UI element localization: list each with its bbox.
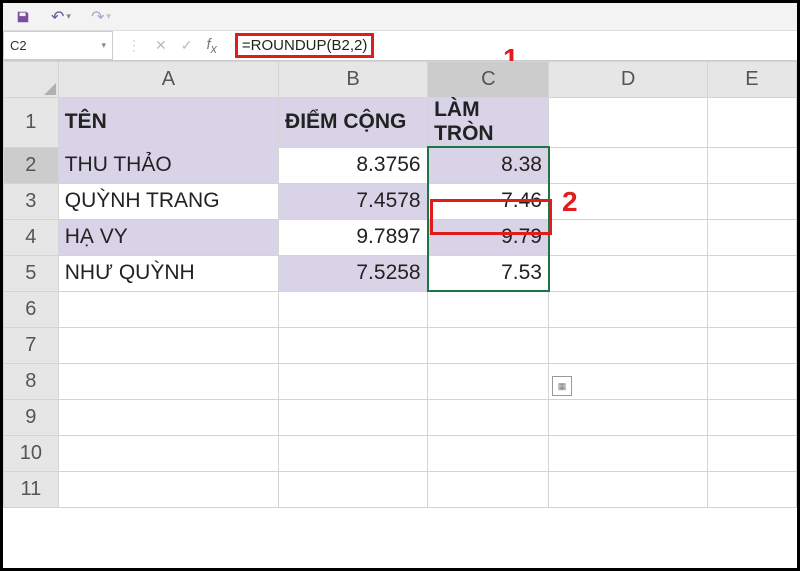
name-box-value: C2	[10, 38, 27, 53]
cell-E11[interactable]	[707, 471, 796, 507]
cell-C8[interactable]	[428, 363, 549, 399]
cell-E2[interactable]	[707, 147, 796, 183]
cell-B8[interactable]	[279, 363, 428, 399]
cell-B11[interactable]	[279, 471, 428, 507]
cell-B4[interactable]: 9.7897	[279, 219, 428, 255]
cell-B10[interactable]	[279, 435, 428, 471]
name-box[interactable]: C2 ▾	[3, 31, 113, 60]
cell-B7[interactable]	[279, 327, 428, 363]
chevron-down-icon: ▾	[66, 11, 71, 22]
col-header-D[interactable]: D	[549, 62, 707, 98]
cell-D8[interactable]	[549, 363, 707, 399]
cell-E4[interactable]	[707, 219, 796, 255]
row-header-6[interactable]: 6	[4, 291, 59, 327]
cell-A3[interactable]: QUỲNH TRANG	[58, 183, 278, 219]
fx-icon[interactable]: fx	[206, 36, 216, 56]
cell-B1[interactable]: ĐIỂM CỘNG	[279, 98, 428, 148]
row-header-4[interactable]: 4	[4, 219, 59, 255]
col-header-B[interactable]: B	[279, 62, 428, 98]
cell-B6[interactable]	[279, 291, 428, 327]
cell-A1[interactable]: TÊN	[58, 98, 278, 148]
divider-icon: ⋮	[127, 37, 141, 54]
cell-E3[interactable]	[707, 183, 796, 219]
quick-access-toolbar: ↶▾ ↷▾	[3, 3, 797, 31]
cell-C1[interactable]: LÀM TRÒN	[428, 98, 549, 148]
formula-text: =ROUNDUP(B2,2)	[235, 33, 374, 58]
cell-B3[interactable]: 7.4578	[279, 183, 428, 219]
cell-C11[interactable]	[428, 471, 549, 507]
row-header-9[interactable]: 9	[4, 399, 59, 435]
chevron-down-icon: ▾	[106, 11, 111, 22]
redo-button[interactable]: ↷▾	[91, 7, 111, 27]
cell-D4[interactable]	[549, 219, 707, 255]
cell-D11[interactable]	[549, 471, 707, 507]
row-header-7[interactable]: 7	[4, 327, 59, 363]
cell-C7[interactable]	[428, 327, 549, 363]
row-header-2[interactable]: 2	[4, 147, 59, 183]
cell-D5[interactable]	[549, 255, 707, 291]
row-header-1[interactable]: 1	[4, 98, 59, 148]
cell-D1[interactable]	[549, 98, 707, 148]
row-header-11[interactable]: 11	[4, 471, 59, 507]
cell-A9[interactable]	[58, 399, 278, 435]
cell-C10[interactable]	[428, 435, 549, 471]
cell-A11[interactable]	[58, 471, 278, 507]
save-icon[interactable]	[15, 9, 31, 25]
cell-B9[interactable]	[279, 399, 428, 435]
formula-bar: C2 ▾ ⋮ ✕ ✓ fx =ROUNDUP(B2,2)	[3, 31, 797, 61]
cell-E9[interactable]	[707, 399, 796, 435]
cell-D9[interactable]	[549, 399, 707, 435]
cell-D7[interactable]	[549, 327, 707, 363]
cancel-icon[interactable]: ✕	[155, 37, 167, 54]
cell-D10[interactable]	[549, 435, 707, 471]
undo-button[interactable]: ↶▾	[51, 7, 71, 27]
cell-A8[interactable]	[58, 363, 278, 399]
cell-A4[interactable]: HẠ VY	[58, 219, 278, 255]
row-header-10[interactable]: 10	[4, 435, 59, 471]
cell-B2[interactable]: 8.3756	[279, 147, 428, 183]
col-header-C[interactable]: C	[428, 62, 549, 98]
cell-A2[interactable]: THU THẢO	[58, 147, 278, 183]
cell-B5[interactable]: 7.5258	[279, 255, 428, 291]
cell-E10[interactable]	[707, 435, 796, 471]
cell-E8[interactable]	[707, 363, 796, 399]
cell-C5[interactable]: 7.53	[428, 255, 549, 291]
enter-icon[interactable]: ✓	[181, 37, 193, 54]
spreadsheet-grid[interactable]: A B C D E 1 TÊN ĐIỂM CỘNG LÀM TRÒN 2 THU…	[3, 61, 797, 508]
row-header-8[interactable]: 8	[4, 363, 59, 399]
cell-E5[interactable]	[707, 255, 796, 291]
formula-bar-icons: ⋮ ✕ ✓ fx	[113, 31, 231, 60]
cell-C6[interactable]	[428, 291, 549, 327]
select-all-corner[interactable]	[4, 62, 59, 98]
cell-C2[interactable]: 8.38	[428, 147, 549, 183]
row-header-3[interactable]: 3	[4, 183, 59, 219]
cell-E1[interactable]	[707, 98, 796, 148]
cell-A7[interactable]	[58, 327, 278, 363]
cell-C9[interactable]	[428, 399, 549, 435]
row-header-5[interactable]: 5	[4, 255, 59, 291]
chevron-down-icon: ▾	[101, 40, 106, 51]
cell-E7[interactable]	[707, 327, 796, 363]
cell-A5[interactable]: NHƯ QUỲNH	[58, 255, 278, 291]
cell-D6[interactable]	[549, 291, 707, 327]
cell-C3[interactable]: 7.46	[428, 183, 549, 219]
cell-E6[interactable]	[707, 291, 796, 327]
cell-D3[interactable]	[549, 183, 707, 219]
col-header-A[interactable]: A	[58, 62, 278, 98]
col-header-E[interactable]: E	[707, 62, 796, 98]
cell-D2[interactable]	[549, 147, 707, 183]
cell-A10[interactable]	[58, 435, 278, 471]
cell-A6[interactable]	[58, 291, 278, 327]
cell-C4[interactable]: 9.79	[428, 219, 549, 255]
